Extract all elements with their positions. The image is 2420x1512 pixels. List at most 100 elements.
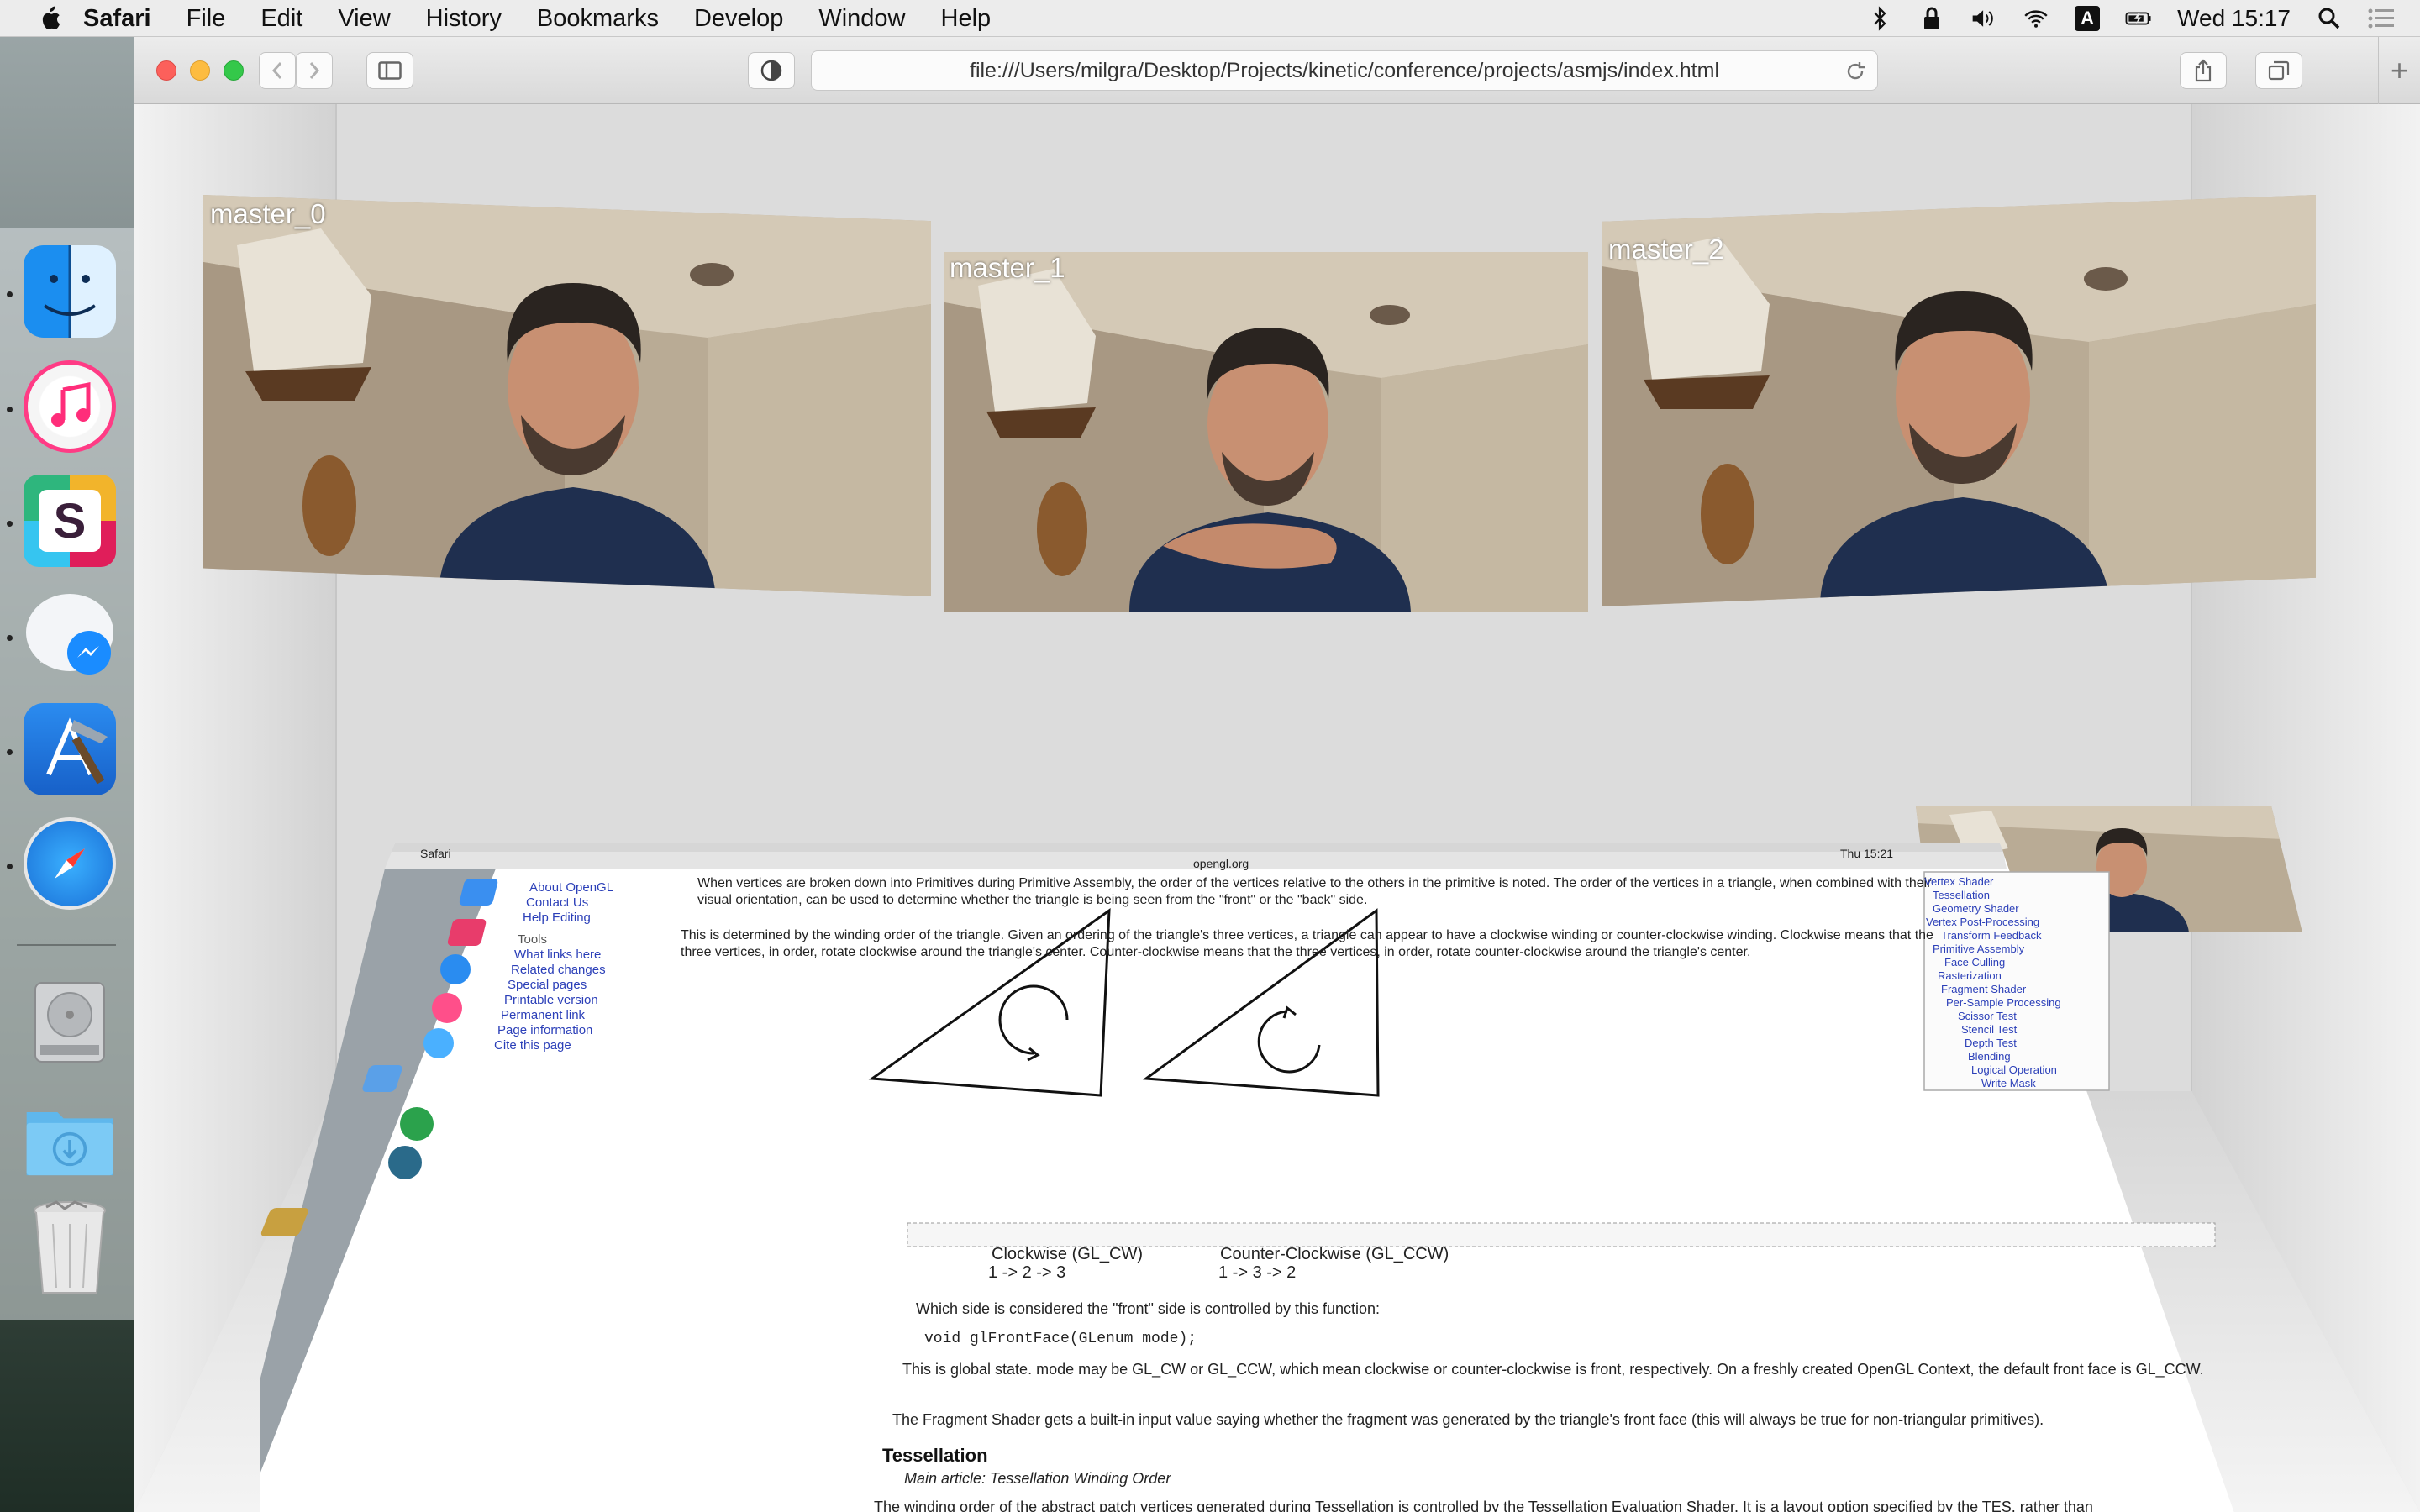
diagram-cw-order: 1 -> 2 -> 3 bbox=[988, 1263, 1066, 1282]
running-indicator bbox=[7, 864, 13, 869]
diagram-ccw-order: 1 -> 3 -> 2 bbox=[1218, 1263, 1297, 1282]
slack-icon[interactable]: S bbox=[24, 475, 116, 567]
sidebar-link[interactable]: Special pages bbox=[508, 978, 587, 992]
shield-icon bbox=[760, 60, 782, 81]
menubar-clock[interactable]: Wed 15:17 bbox=[2177, 5, 2291, 32]
toc-link[interactable]: Tessellation bbox=[1933, 889, 1990, 901]
running-indicator bbox=[7, 635, 13, 641]
running-indicator bbox=[7, 407, 13, 412]
toc-link[interactable]: Primitive Assembly bbox=[1933, 942, 2024, 955]
video-tile-master-1: master_1 bbox=[944, 252, 1588, 612]
battery-icon[interactable] bbox=[2125, 5, 2152, 32]
safari-icon[interactable] bbox=[24, 817, 116, 910]
plus-icon: + bbox=[2390, 53, 2409, 87]
running-indicator bbox=[7, 521, 13, 527]
video-label: master_2 bbox=[1608, 234, 1724, 265]
sidebar-link[interactable]: About OpenGL bbox=[529, 880, 613, 895]
video-tile-master-0: master_0 bbox=[203, 195, 931, 596]
fragment-shader-text: The Fragment Shader gets a built-in inpu… bbox=[892, 1411, 2044, 1428]
running-indicator bbox=[7, 291, 13, 297]
menu-history[interactable]: History bbox=[408, 0, 519, 37]
new-tab-button[interactable]: + bbox=[2378, 37, 2420, 104]
running-indicator bbox=[7, 749, 13, 755]
toc-link[interactable]: Rasterization bbox=[1938, 969, 2002, 982]
trash-icon[interactable] bbox=[24, 1200, 116, 1295]
wifi-icon[interactable] bbox=[2023, 5, 2049, 32]
sidebar-link[interactable]: Page information bbox=[497, 1023, 592, 1037]
tessellation-text-line: The winding order of the abstract patch … bbox=[874, 1499, 2093, 1512]
toc-link[interactable]: Stencil Test bbox=[1961, 1023, 2017, 1036]
hard-disk-icon[interactable] bbox=[24, 976, 116, 1068]
finder-icon[interactable] bbox=[24, 245, 116, 338]
sidebar-link[interactable]: Help Editing bbox=[523, 911, 591, 925]
reload-icon[interactable] bbox=[1845, 61, 1865, 81]
sidebar-link[interactable]: Related changes bbox=[511, 963, 606, 977]
code-snippet: void glFrontFace(GLenum mode); bbox=[924, 1331, 1197, 1347]
webcam-feed bbox=[203, 195, 931, 596]
toc-link[interactable]: Write Mask bbox=[1981, 1077, 2036, 1089]
webcam-feed bbox=[944, 252, 1588, 612]
privacy-shield-button[interactable] bbox=[748, 52, 795, 89]
nested-menubar-app: Safari bbox=[420, 847, 451, 860]
menu-edit[interactable]: Edit bbox=[243, 0, 320, 37]
video-tile-master-2: master_2 bbox=[1602, 195, 2316, 606]
minimize-window-button[interactable] bbox=[190, 60, 210, 81]
toc-link[interactable]: Depth Test bbox=[1965, 1037, 2017, 1049]
toc-link[interactable]: Logical Operation bbox=[1971, 1063, 2057, 1076]
toc-link[interactable]: Vertex Post-Processing bbox=[1926, 916, 2039, 928]
video-label: master_1 bbox=[950, 252, 1065, 283]
toc-link[interactable]: Blending bbox=[1968, 1050, 2011, 1063]
toc-link[interactable]: Fragment Shader bbox=[1941, 983, 2026, 995]
share-icon bbox=[2195, 59, 2212, 82]
global-state-text: This is global state. mode may be GL_CW … bbox=[902, 1361, 2204, 1378]
input-source-badge[interactable]: A bbox=[2075, 6, 2101, 31]
close-window-button[interactable] bbox=[156, 60, 176, 81]
section-heading-tessellation: Tessellation bbox=[882, 1445, 988, 1466]
back-button[interactable] bbox=[259, 52, 296, 89]
toc-link[interactable]: Scissor Test bbox=[1958, 1010, 2017, 1022]
menu-help[interactable]: Help bbox=[923, 0, 1009, 37]
menu-develop[interactable]: Develop bbox=[676, 0, 801, 37]
bluetooth-icon[interactable] bbox=[1866, 5, 1893, 32]
sidebar-link[interactable]: What links here bbox=[514, 948, 601, 962]
itunes-icon[interactable] bbox=[24, 360, 116, 453]
diagram-cw-label: Clockwise (GL_CW) bbox=[992, 1245, 1144, 1263]
sidebar-link[interactable]: Cite this page bbox=[494, 1038, 571, 1053]
downloads-folder-icon[interactable] bbox=[24, 1094, 116, 1186]
menu-app-name[interactable]: Safari bbox=[66, 0, 169, 37]
dock-separator bbox=[17, 944, 116, 946]
toc-link[interactable]: Per-Sample Processing bbox=[1946, 996, 2061, 1009]
code-box bbox=[907, 1222, 2216, 1247]
paragraph-primitives: When vertices are broken down into Primi… bbox=[697, 876, 1932, 907]
forward-button[interactable] bbox=[296, 52, 333, 89]
spotlight-search-icon[interactable] bbox=[2316, 5, 2343, 32]
tabs-overview-icon bbox=[2268, 60, 2290, 81]
share-button[interactable] bbox=[2180, 52, 2227, 89]
address-url: file:///Users/milgra/Desktop/Projects/ki… bbox=[970, 58, 1719, 82]
apple-icon[interactable] bbox=[34, 0, 66, 37]
sidebar-link[interactable]: Contact Us bbox=[526, 895, 588, 910]
toc-link[interactable]: Face Culling bbox=[1944, 956, 2005, 969]
sidebar-link[interactable]: Permanent link bbox=[501, 1008, 585, 1022]
toc-link[interactable]: Transform Feedback bbox=[1941, 929, 2041, 942]
toc-link[interactable]: Geometry Shader bbox=[1933, 902, 2019, 915]
show-all-tabs-button[interactable] bbox=[2255, 52, 2302, 89]
sidebar-link[interactable]: Printable version bbox=[504, 993, 598, 1007]
page-content: master_0 master_1 master_2 Safari Thu 15… bbox=[134, 104, 2420, 1512]
notification-center-icon[interactable] bbox=[2368, 5, 2395, 32]
address-bar[interactable]: file:///Users/milgra/Desktop/Projects/ki… bbox=[811, 50, 1878, 91]
fullscreen-window-button[interactable] bbox=[224, 60, 244, 81]
menu-file[interactable]: File bbox=[169, 0, 244, 37]
xcode-icon[interactable] bbox=[24, 703, 116, 795]
toc-link[interactable]: Vertex Shader bbox=[1924, 875, 1993, 888]
lock-icon[interactable] bbox=[1918, 5, 1945, 32]
menu-window[interactable]: Window bbox=[801, 0, 923, 37]
menu-view[interactable]: View bbox=[320, 0, 408, 37]
nested-menubar-clock: Thu 15:21 bbox=[1840, 847, 1894, 860]
menu-bookmarks[interactable]: Bookmarks bbox=[519, 0, 676, 37]
safari-window: file:///Users/milgra/Desktop/Projects/ki… bbox=[134, 37, 2420, 1512]
volume-icon[interactable] bbox=[1970, 5, 1997, 32]
sidebar-toggle-button[interactable] bbox=[366, 52, 413, 89]
main-article-link[interactable]: Main article: Tessellation Winding Order bbox=[904, 1470, 1171, 1488]
messenger-icon[interactable] bbox=[24, 589, 116, 681]
